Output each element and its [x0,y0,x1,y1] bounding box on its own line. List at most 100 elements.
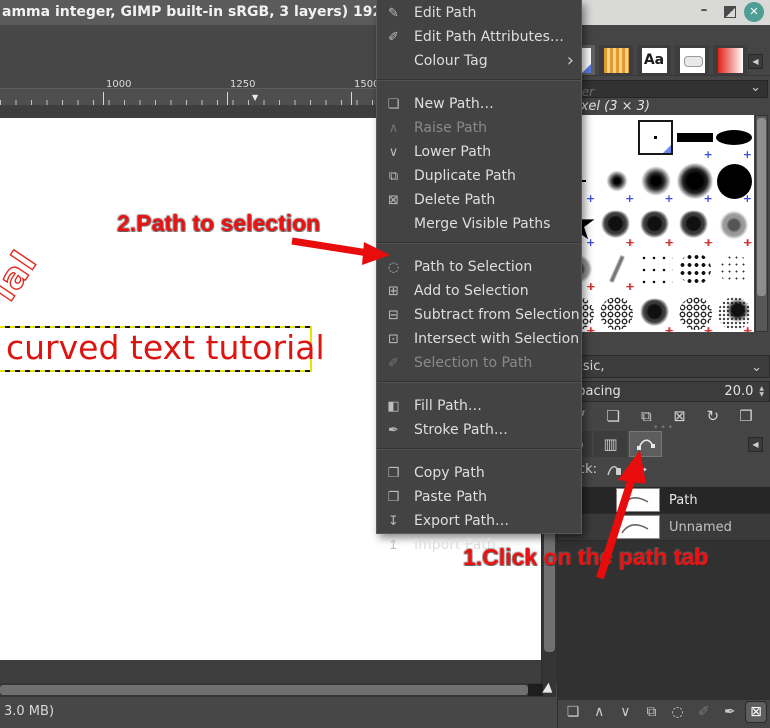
brush-fuzzy-small[interactable] [597,159,636,203]
brush-grid-scrollbar[interactable] [755,115,768,332]
brush-splatter[interactable] [636,203,675,247]
lower-path-button[interactable]: ∨ [615,702,635,722]
menu-item-copy-path[interactable]: ❐ Copy Path [377,461,581,485]
menu-separator[interactable] [377,448,581,461]
right-dock-panel: Aa ◀ ⌄ . Pixel (3 × 3) Basic, ⌄ Spacing … [557,25,770,728]
menu-item-subtract-from-selection[interactable]: ⊟ Subtract from Selection [377,303,581,327]
tab-menu-button[interactable]: ◀ [748,437,763,452]
menu-item-label: Intersect with Selection [414,331,579,347]
horizontal-scrollbar-thumb[interactable] [0,685,528,695]
window-titlebar-controls: – ✕ [582,0,770,25]
menu-item-add-to-selection[interactable]: ⊞ Add to Selection [377,279,581,303]
menu-item-raise-path[interactable]: ∧ Raise Path [377,116,581,140]
brush-cell-texture[interactable] [597,291,636,332]
brush-grid [558,115,754,332]
brush-splatter[interactable] [676,203,715,247]
spacing-stepper[interactable]: ▲ ▼ [759,386,764,398]
brush-cell-texture[interactable] [676,291,715,332]
menu-item-label: Edit Path [414,5,574,21]
fonts-tab[interactable]: Aa [637,45,671,75]
menu-item-edit-path-attributes[interactable]: ✐ Edit Path Attributes… [377,25,581,49]
stroke-path-button[interactable]: ✒ [720,702,740,722]
canvas-text-layer: curved text tutorial [6,328,325,368]
brush-texture-splat[interactable] [636,291,675,332]
chevron-down-icon[interactable]: ⌄ [750,80,761,95]
edit-path-attributes-icon: ✐ [384,30,403,45]
menu-separator[interactable] [377,381,581,394]
brush-block[interactable] [676,115,715,159]
brush-dots-sparse[interactable] [636,247,675,291]
menu-item-fill-path[interactable]: ◧ Fill Path… [377,394,581,418]
paths-dialog-toolbar: ❏ ∧ ∨ ⧉ ◌ ✐ ✒ ⊠ [560,700,769,724]
brush-group-dropdown[interactable]: Basic, ⌄ [558,355,770,378]
dockable-tabbar: Aa [558,45,770,76]
spacing-value[interactable]: 20.0 [724,384,753,399]
menu-item-colour-tag[interactable]: Colour Tag › [377,49,581,73]
selection-to-path-button[interactable]: ✐ [694,702,714,722]
menu-item-label: Raise Path [414,120,574,136]
scrollbar-end-box [528,684,543,696]
menu-item-path-to-selection[interactable]: ◌ Path to Selection [377,255,581,279]
canvas-horizontal-scrollbar[interactable] [0,683,556,697]
menu-separator[interactable] [377,79,581,92]
brush-pixel-selected[interactable] [636,115,675,159]
canvas-navigation-icon[interactable]: ▲ [542,680,554,695]
brush-ellipse[interactable] [715,115,754,159]
menu-item-paste-path[interactable]: ❒ Paste Path [377,485,581,509]
brush-hardness-circle[interactable] [715,159,754,203]
gimp-window: amma integer, GIMP built-in sRGB, 3 laye… [0,0,770,728]
copy-path-icon: ❐ [384,466,403,481]
open-brush-as-image-button[interactable]: ❒ [735,406,757,426]
brush-fuzzy-medium[interactable] [636,159,675,203]
patterns-tab[interactable] [599,45,633,75]
menu-item-new-path[interactable]: ❏ New Path… [377,92,581,116]
menu-item-edit-path[interactable]: ✎ Edit Path [377,1,581,25]
menu-item-merge-visible-paths[interactable]: Merge Visible Paths [377,212,581,236]
menu-item-duplicate-path[interactable]: ⧉ Duplicate Path [377,164,581,188]
new-path-button[interactable]: ❏ [563,702,583,722]
palettes-tab[interactable] [675,45,709,75]
annotation-step2-text: 2.Path to selection [117,210,320,237]
new-path-icon: ❏ [384,97,403,112]
close-button[interactable]: ✕ [744,2,764,22]
brush-filter-field[interactable]: ⌄ [560,80,768,98]
brush-blank[interactable] [597,115,636,159]
menu-item-lower-path[interactable]: ∨ Lower Path [377,140,581,164]
menu-item-delete-path[interactable]: ⊠ Delete Path [377,188,581,212]
raise-path-button[interactable]: ∧ [589,702,609,722]
delete-path-button[interactable]: ⊠ [746,702,766,722]
menu-item-label: Lower Path [414,144,574,160]
brush-dots-cluster[interactable] [676,247,715,291]
menu-item-label: Fill Path… [414,398,574,414]
annotation-step1-text: 1.Click on the path tab [463,544,708,571]
duplicate-path-button[interactable]: ⧉ [641,702,661,722]
menu-separator[interactable] [377,242,581,255]
menu-item-label: Export Path… [414,513,574,529]
maximize-button[interactable] [724,6,736,18]
annotation-arrow-to-path-to-selection [288,236,392,268]
menu-item-label: Subtract from Selection [414,307,580,323]
duplicate-path-icon: ⧉ [384,169,403,184]
gradients-tab[interactable] [713,45,747,75]
menu-item-stroke-path[interactable]: ✒ Stroke Path… [377,418,581,442]
brush-fuzzy-large[interactable] [676,159,715,203]
menu-item-export-path[interactable]: ↧ Export Path… [377,509,581,533]
brush-grain-circle[interactable] [715,291,754,332]
filter-input[interactable] [561,84,746,99]
refresh-brushes-button[interactable]: ↻ [702,406,724,426]
selection-to-path-icon: ✐ [384,356,403,371]
new-brush-button[interactable]: ❏ [602,406,624,426]
menu-item-selection-to-path[interactable]: ✐ Selection to Path [377,351,581,375]
tab-menu-button[interactable]: ◀ [748,54,763,69]
brush-splatter-soft[interactable] [715,203,754,247]
path-to-selection-button[interactable]: ◌ [668,702,688,722]
brush-scrollbar-thumb[interactable] [757,118,766,296]
stepper-down-icon[interactable]: ▼ [759,392,764,398]
minimize-button[interactable]: – [696,0,712,22]
brush-diagonal-stroke[interactable] [597,247,636,291]
brush-splatter[interactable] [597,203,636,247]
gradient-thumbnail-icon [718,48,743,73]
submenu-arrow-icon: › [567,54,574,68]
menu-item-intersect-with-selection[interactable]: ⊡ Intersect with Selection [377,327,581,351]
brush-dots-fine[interactable] [715,247,754,291]
